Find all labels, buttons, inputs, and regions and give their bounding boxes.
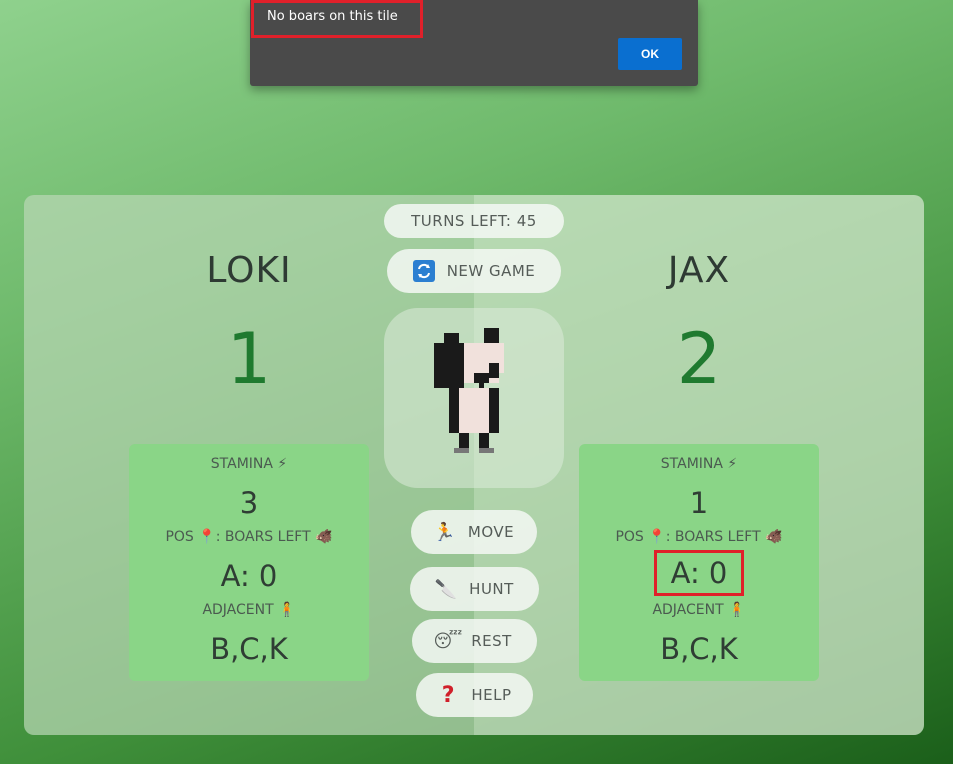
stamina-label: STAMINA ⚡ xyxy=(210,456,288,472)
dog-sprite-box xyxy=(384,308,564,488)
player-card-left: STAMINA ⚡ 3 POS 📍: BOARS LEFT 🐗 A: 0 ADJ… xyxy=(129,444,369,681)
player-card-right: STAMINA ⚡ 1 POS 📍: BOARS LEFT 🐗 A: 0 ADJ… xyxy=(579,444,819,681)
new-game-button[interactable]: NEW GAME xyxy=(387,249,561,293)
rest-label: REST xyxy=(471,632,512,650)
running-person-icon: 🏃 xyxy=(433,521,457,543)
player-name-right: JAX xyxy=(667,250,731,291)
ok-button[interactable]: OK xyxy=(618,38,682,70)
sleeping-face-icon: 😴 xyxy=(433,630,463,652)
pos-label: POS 📍: BOARS LEFT 🐗 xyxy=(615,529,783,545)
adjacent-value: B,C,K xyxy=(210,632,288,666)
pos-value-wrap: A: 0 xyxy=(579,550,819,596)
adjacent-value: B,C,K xyxy=(660,632,738,666)
knife-icon: 🔪 xyxy=(434,578,458,600)
player-score-right: 2 xyxy=(676,318,722,400)
question-mark-icon: ? xyxy=(441,682,456,708)
move-label: MOVE xyxy=(467,523,515,541)
hunt-button[interactable]: 🔪 HUNT xyxy=(410,567,539,611)
stamina-label: STAMINA ⚡ xyxy=(660,456,738,472)
help-label: HELP xyxy=(471,686,512,704)
rest-button[interactable]: 😴 REST xyxy=(412,619,537,663)
alert-message: No boars on this tile xyxy=(251,0,423,38)
pos-label: POS 📍: BOARS LEFT 🐗 xyxy=(165,529,333,545)
move-button[interactable]: 🏃 MOVE xyxy=(411,510,537,554)
refresh-icon xyxy=(412,260,435,282)
turns-left-badge: TURNS LEFT: 45 xyxy=(384,204,564,238)
pos-value: A: 0 xyxy=(653,550,745,596)
pos-value: A: 0 xyxy=(220,559,278,593)
dog-sprite-icon xyxy=(434,328,504,453)
player-name-left: LOKI xyxy=(206,250,292,291)
adjacent-label: ADJACENT 🧍 xyxy=(202,602,296,618)
player-score-left: 1 xyxy=(226,318,272,400)
stamina-value: 3 xyxy=(239,486,259,520)
turns-left-text: TURNS LEFT: 45 xyxy=(411,212,537,230)
stamina-value: 1 xyxy=(689,486,709,520)
help-button[interactable]: ? HELP xyxy=(416,673,533,717)
new-game-label: NEW GAME xyxy=(446,262,536,280)
adjacent-label: ADJACENT 🧍 xyxy=(652,602,746,618)
hunt-label: HUNT xyxy=(469,580,514,598)
